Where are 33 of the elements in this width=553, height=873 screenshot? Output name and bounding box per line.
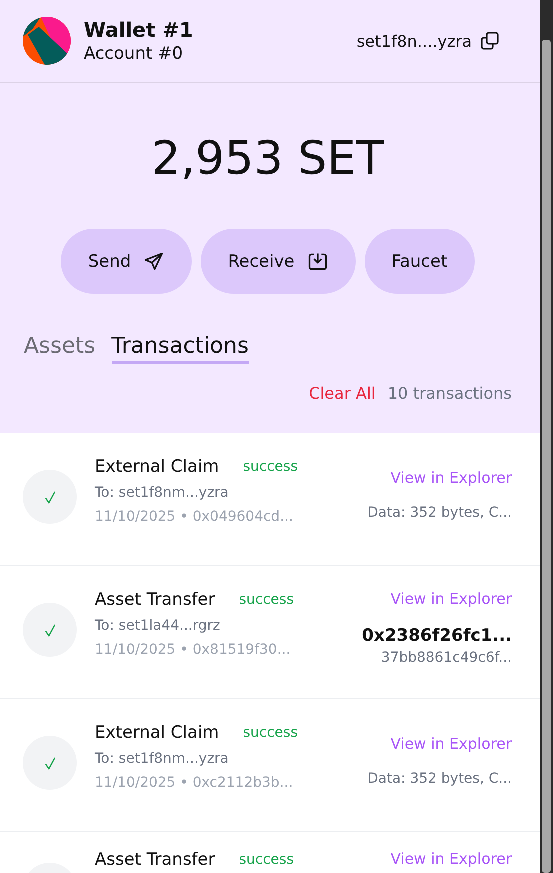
amount: 0x2386f26fc1...: [362, 626, 512, 646]
explorer-link[interactable]: View in Explorer: [390, 850, 512, 868]
wallet-name: Wallet #1: [84, 18, 194, 42]
account-name: Account #0: [84, 44, 184, 64]
explorer-link[interactable]: View in Explorer: [390, 735, 512, 753]
recipient-address: To: set1la44...rgrz: [95, 618, 222, 634]
transaction-title: External Claim: [95, 457, 220, 477]
status-label: success: [243, 725, 298, 741]
wallet-address: set1f8n....yzra: [356, 32, 472, 50]
transaction-title: Asset Transfer: [95, 850, 216, 870]
action-button[interactable]: Faucet: [364, 229, 475, 294]
tab[interactable]: Assets: [24, 334, 96, 364]
hash-detail: 37bb8861c49c6f...: [381, 650, 512, 666]
transaction-count: 10 transactions: [388, 384, 512, 403]
date-hash: 11/10/2025 • 0x049604cd...: [95, 509, 294, 525]
date-hash: 11/10/2025 • 0x81519f30...: [95, 642, 292, 658]
status-label: success: [243, 459, 298, 475]
transaction-title: Asset Transfer: [95, 590, 216, 610]
data-detail: Data: 352 bytes, C...: [368, 771, 512, 787]
data-detail: Data: 352 bytes, C...: [368, 505, 512, 521]
explorer-link[interactable]: View in Explorer: [390, 590, 512, 608]
recipient-address: To: set1f8nm...yzra: [95, 485, 230, 501]
action-button[interactable]: Receive: [201, 229, 356, 294]
transaction-title: External Claim: [95, 723, 220, 743]
clear-all-link[interactable]: Clear All: [309, 384, 376, 403]
status-label: success: [239, 852, 294, 868]
status-label: success: [239, 592, 294, 608]
tab[interactable]: Transactions: [112, 334, 249, 364]
explorer-link[interactable]: View in Explorer: [390, 469, 512, 487]
action-button[interactable]: Send: [61, 229, 192, 294]
date-hash: 11/10/2025 • 0xc2112b3b...: [95, 775, 294, 791]
recipient-address: To: set1f8nm...yzra: [95, 751, 230, 767]
balance: 2,953 SET: [150, 130, 386, 187]
